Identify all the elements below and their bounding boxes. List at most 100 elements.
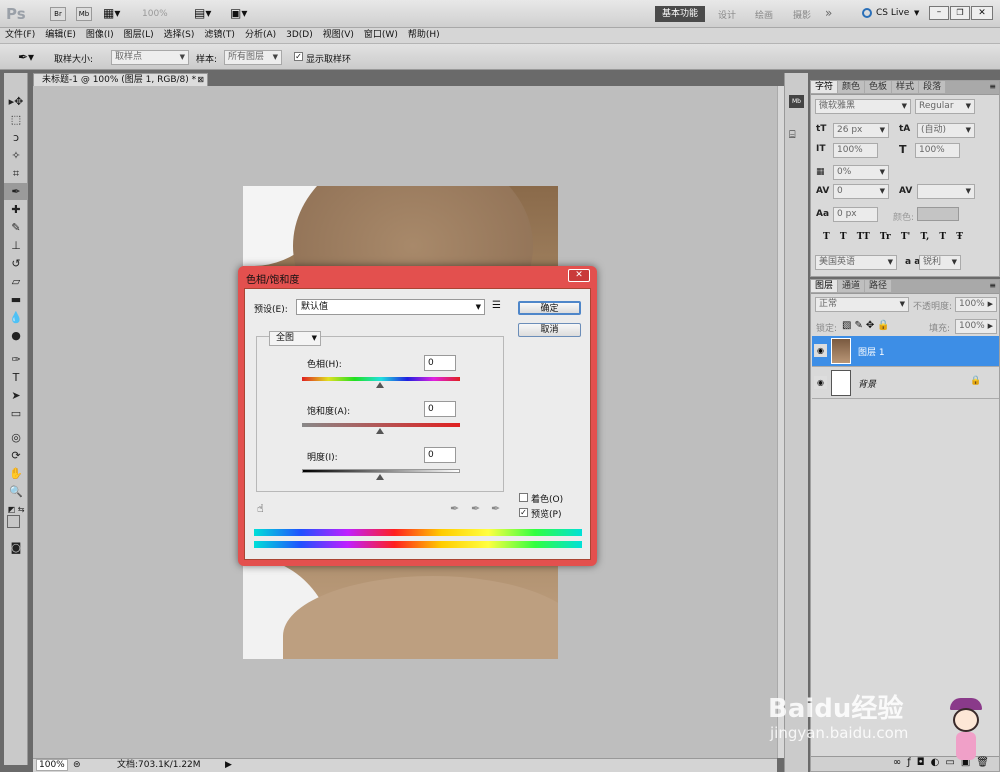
show-ring-checkbox[interactable]: ✓ [294,52,303,61]
marquee-tool-icon[interactable]: ⬚ [4,111,28,128]
shape-tool-icon[interactable]: ▭ [4,405,28,422]
menu-image[interactable]: 图像(I) [81,28,119,43]
close-document-icon[interactable]: ⊠ [197,74,204,86]
zoom-tool-icon[interactable]: 🔍 [4,483,28,500]
minimize-button[interactable]: – [929,6,949,20]
preview-checkbox[interactable]: ✓ [519,508,528,517]
quick-mask-icon[interactable]: ◙ [4,539,28,556]
kerning-field[interactable]: 0 ▼ [833,184,889,199]
status-zoom-field[interactable]: 100% [36,759,68,771]
3d-orbit-tool-icon[interactable]: ⟳ [4,447,28,464]
mini-bridge-icon[interactable]: Mb [76,7,92,21]
healing-brush-tool-icon[interactable]: ✚ [4,201,28,218]
faux-italic-button[interactable]: T [840,232,847,242]
menu-analysis[interactable]: 分析(A) [240,28,281,43]
strikethrough-button[interactable]: Ŧ [956,232,963,242]
eye-icon[interactable]: ◉ [814,344,827,357]
more-workspaces-icon[interactable]: » [825,6,832,20]
colorize-checkbox[interactable] [519,493,528,502]
zoom-combo[interactable]: 100% [142,9,168,19]
layer-name[interactable]: 背景 [858,377,876,390]
clone-stamp-tool-icon[interactable]: ⊥ [4,237,28,254]
saturation-slider-thumb[interactable] [376,428,384,434]
tab-character[interactable]: 字符 [811,81,839,93]
fill-field[interactable]: 100% ▶ [955,319,997,334]
sample-size-select[interactable]: 取样点 ▼ [111,50,189,65]
blend-mode-select[interactable]: 正常 ▼ [815,297,909,312]
link-icon[interactable]: ∞ [893,757,907,768]
dodge-tool-icon[interactable]: ● [4,327,28,344]
saturation-input[interactable]: 0 [424,401,456,417]
tracking-field[interactable]: ▼ [917,184,975,199]
lightness-input[interactable]: 0 [424,447,456,463]
eyedropper-tool-icon[interactable]: ✒ [4,183,28,200]
eyedropper-minus-icon[interactable]: ✒ [491,502,500,515]
anti-alias-select[interactable]: 锐利 ▼ [919,255,961,270]
workspace-essentials[interactable]: 基本功能 [655,6,705,22]
arrange-documents-icon[interactable]: ▤▾ [194,6,211,20]
mask-icon[interactable]: ◘ [917,757,931,768]
tsume-field[interactable]: 0% ▼ [833,165,889,180]
tab-channels[interactable]: 通道 [838,280,866,292]
underline-button[interactable]: T [939,232,946,242]
path-select-tool-icon[interactable]: ➤ [4,387,28,404]
menu-edit[interactable]: 编辑(E) [40,28,81,43]
vertical-scale-field[interactable]: 100% [833,143,878,158]
text-style-buttons[interactable]: T T TT Tr T' T, T Ŧ [823,232,963,242]
text-color-swatch[interactable] [917,207,959,221]
lightness-slider-thumb[interactable] [376,474,384,480]
eye-icon[interactable]: ◉ [814,376,827,389]
lock-buttons[interactable]: ▧✎✥🔒 [842,320,893,331]
menu-3d[interactable]: 3D(D) [281,28,318,43]
lightness-slider-track[interactable] [302,469,460,473]
ok-button[interactable]: 确定 [518,301,581,315]
menu-file[interactable]: 文件(F) [0,28,40,43]
mini-bridge-panel-icon[interactable]: Mb [789,95,804,108]
history-panel-icon[interactable]: ⌸ [789,128,796,142]
tab-color[interactable]: 颜色 [838,81,866,93]
menu-layer[interactable]: 图层(L) [119,28,159,43]
baseline-shift-field[interactable]: 0 px [833,207,878,222]
close-button[interactable]: ✕ [971,6,993,20]
eraser-tool-icon[interactable]: ▱ [4,273,28,290]
gradient-tool-icon[interactable]: ▬ [4,291,28,308]
eyedropper-preset-icon[interactable]: ✒▾ [18,50,34,64]
menu-view[interactable]: 视图(V) [318,28,359,43]
tab-swatches[interactable]: 色板 [865,81,893,93]
restore-button[interactable]: ❐ [950,6,970,20]
move-tool-icon[interactable]: ▸✥ [4,93,28,110]
quick-select-tool-icon[interactable]: ✧ [4,147,28,164]
menu-window[interactable]: 窗口(W) [359,28,403,43]
targeted-adjustment-icon[interactable]: ☝ [257,502,264,515]
leading-field[interactable]: (自动) ▼ [917,123,975,138]
fx-icon[interactable]: ƒ [907,757,917,768]
eyedropper-icon[interactable]: ✒ [450,502,459,515]
channel-select[interactable]: 全图 ▼ [269,331,321,346]
sample-select[interactable]: 所有图层 ▼ [224,50,282,65]
menu-select[interactable]: 选择(S) [159,28,200,43]
small-caps-button[interactable]: Tr [880,232,891,242]
layer-row-layer1[interactable]: ◉ 图层 1 [812,336,999,367]
brush-tool-icon[interactable]: ✎ [4,219,28,236]
all-caps-button[interactable]: TT [857,232,870,242]
document-tab[interactable]: 未标题-1 @ 100% (图层 1, RGB/8) * ⊠ [33,73,208,86]
foreground-color-swatch[interactable] [7,515,20,528]
tab-paths[interactable]: 路径 [865,280,893,292]
view-extras-icon[interactable]: ▦▾ [103,6,120,20]
language-select[interactable]: 美国英语 ▼ [815,255,897,270]
preset-select[interactable]: 默认值 ▼ [296,299,485,315]
pen-tool-icon[interactable]: ✑ [4,351,28,368]
hand-tool-icon[interactable]: ✋ [4,465,28,482]
superscript-button[interactable]: T' [901,232,910,242]
cslive-button[interactable]: CS Live [876,8,909,18]
workspace-painting[interactable]: 绘画 [755,8,773,21]
font-family-select[interactable]: 微软雅黑 ▼ [815,99,911,114]
bridge-icon[interactable]: Br [50,7,66,21]
preset-options-icon[interactable]: ☰ [492,300,501,311]
horizontal-scale-field[interactable]: 100% [915,143,960,158]
layer-row-background[interactable]: ◉ 背景 🔒 [812,368,999,399]
menu-filter[interactable]: 滤镜(T) [199,28,240,43]
eyedropper-plus-icon[interactable]: ✒ [471,502,480,515]
hue-input[interactable]: 0 [424,355,456,371]
status-menu-arrow-icon[interactable]: ▶ [225,759,232,772]
